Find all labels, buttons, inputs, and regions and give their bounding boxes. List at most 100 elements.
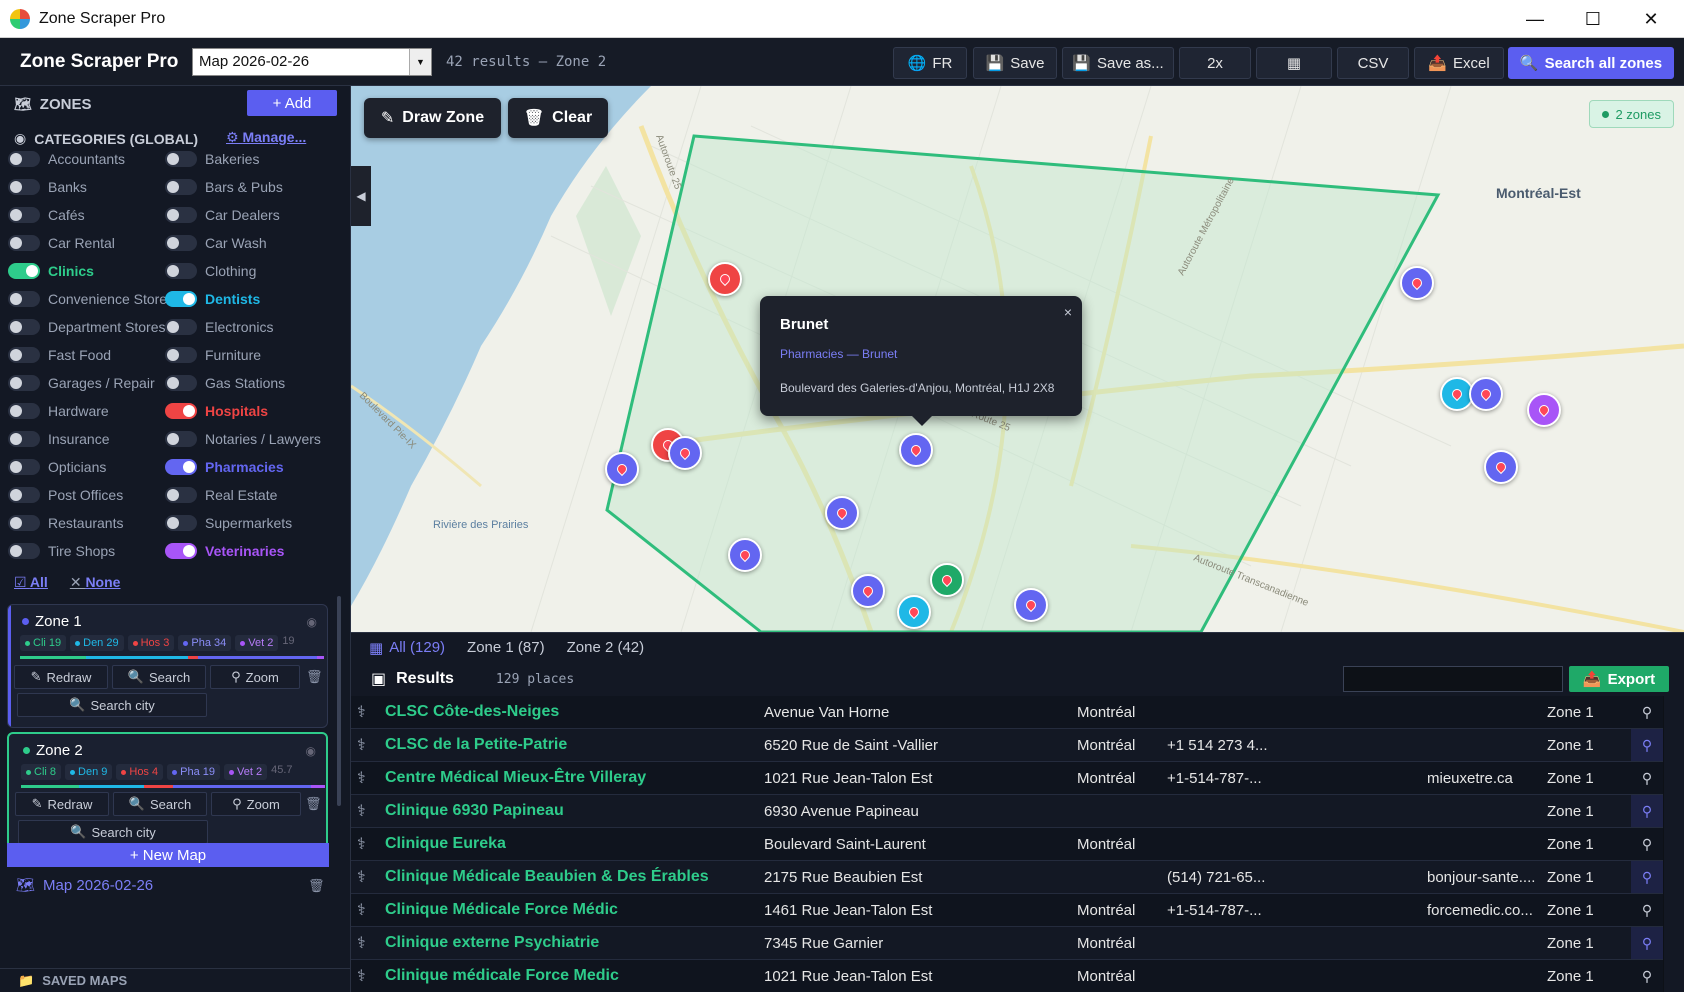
locate-pin-icon[interactable]: ⚲ (1631, 894, 1663, 926)
save-as-button[interactable]: 💾 Save as... (1062, 47, 1174, 79)
toggle-switch[interactable] (165, 375, 197, 391)
excel-button[interactable]: 📤 Excel (1414, 47, 1504, 79)
category-toggle[interactable]: Real Estate (165, 487, 277, 503)
select-none-link[interactable]: ✕ None (70, 574, 121, 591)
toggle-switch[interactable] (165, 151, 197, 167)
category-toggle[interactable]: Gas Stations (165, 375, 285, 391)
toggle-switch[interactable] (165, 459, 197, 475)
toggle-switch[interactable] (165, 235, 197, 251)
add-zone-button[interactable]: + Add (247, 90, 337, 116)
table-scrollbar[interactable] (1664, 696, 1684, 992)
maximize-icon[interactable]: ☐ (1564, 0, 1622, 38)
category-toggle[interactable]: Car Rental (8, 235, 115, 251)
minimize-icon[interactable]: — (1506, 0, 1564, 38)
collapse-sidebar-icon[interactable]: ◀ (351, 166, 371, 226)
select-all-link[interactable]: ☑ All (14, 574, 48, 591)
toggle-switch[interactable] (165, 263, 197, 279)
popup-close-icon[interactable]: × (1064, 304, 1072, 320)
category-toggle[interactable]: Fast Food (8, 347, 111, 363)
eye-icon[interactable]: ◉ (306, 744, 316, 758)
category-toggle[interactable]: Car Dealers (165, 207, 280, 223)
category-toggle[interactable]: Veterinaries (165, 543, 284, 559)
table-row[interactable]: ⚕ CLSC de la Petite-Patrie 6520 Rue de Sai… (351, 729, 1663, 762)
toggle-switch[interactable] (165, 487, 197, 503)
locate-pin-icon[interactable]: ⚲ (1631, 696, 1663, 728)
map-marker-dentist[interactable] (897, 595, 931, 629)
category-toggle[interactable]: Department Stores (8, 319, 166, 335)
map-list-item[interactable]: 🗺 Map 2026-02-26 (16, 876, 153, 895)
toggle-switch[interactable] (165, 319, 197, 335)
search-all-zones-button[interactable]: 🔍 Search all zones (1508, 47, 1674, 79)
toggle-switch[interactable] (165, 291, 197, 307)
tab-zone2[interactable]: Zone 2 (42) (567, 639, 645, 656)
search-city-button[interactable]: 🔍 Search city (17, 693, 207, 717)
table-row[interactable]: ⚕ Centre Médical Mieux-Être Villeray 1021 … (351, 762, 1663, 795)
toggle-switch[interactable] (8, 291, 40, 307)
map-marker-veterinary[interactable] (1527, 393, 1561, 427)
category-toggle[interactable]: Bars & Pubs (165, 179, 283, 195)
chevron-down-icon[interactable]: ▼ (409, 48, 431, 75)
locate-pin-icon[interactable]: ⚲ (1631, 861, 1663, 893)
toggle-switch[interactable] (165, 403, 197, 419)
redraw-button[interactable]: ✎ Redraw (15, 792, 109, 816)
category-toggle[interactable]: Cafés (8, 207, 85, 223)
redraw-button[interactable]: ✎ Redraw (14, 665, 108, 689)
category-toggle[interactable]: Clinics (8, 263, 94, 279)
save-button[interactable]: 💾 Save (973, 47, 1057, 79)
category-toggle[interactable]: Clothing (165, 263, 256, 279)
category-toggle[interactable]: Banks (8, 179, 87, 195)
category-toggle[interactable]: Bakeries (165, 151, 259, 167)
table-row[interactable]: ⚕ Clinique Médicale Force Médic 1461 Rue J… (351, 894, 1663, 927)
category-toggle[interactable]: Supermarkets (165, 515, 292, 531)
close-icon[interactable]: ✕ (1622, 0, 1680, 38)
map-marker-selected[interactable] (899, 433, 933, 467)
toggle-switch[interactable] (8, 543, 40, 559)
toggle-switch[interactable] (165, 347, 197, 363)
zoom-button[interactable]: ⚲ Zoom (211, 792, 301, 816)
zone-card-1[interactable]: Zone 1 ◉ Cli 19 Den 29 Hos 3 Pha 34 Vet … (7, 604, 328, 728)
tab-all[interactable]: ▦ All (129) (369, 639, 445, 657)
draw-zone-button[interactable]: ✎ Draw Zone (364, 98, 501, 138)
category-toggle[interactable]: Restaurants (8, 515, 123, 531)
category-toggle[interactable]: Tire Shops (8, 543, 115, 559)
toggle-switch[interactable] (8, 319, 40, 335)
category-toggle[interactable]: Hospitals (165, 403, 268, 419)
trash-icon[interactable]: 🗑 (308, 878, 325, 894)
language-button[interactable]: 🌐 FR (893, 47, 967, 79)
map-select[interactable]: Map 2026-02-26 ▼ (192, 47, 432, 76)
toggle-switch[interactable] (8, 207, 40, 223)
category-toggle[interactable]: Insurance (8, 431, 109, 447)
map-marker-pharmacy[interactable] (605, 452, 639, 486)
map-marker-pharmacy[interactable] (851, 574, 885, 608)
map-view[interactable]: Montréal-Est Rivière des Prairies Autoro… (351, 86, 1684, 632)
map-marker-pharmacy[interactable] (1014, 588, 1048, 622)
category-toggle[interactable]: Dentists (165, 291, 260, 307)
search-button[interactable]: 🔍 Search (113, 792, 207, 816)
sidebar-scrollbar[interactable] (337, 596, 341, 806)
toggle-switch[interactable] (165, 515, 197, 531)
clear-button[interactable]: 🗑 Clear (508, 98, 608, 138)
map-marker-clinic[interactable] (930, 563, 964, 597)
speed-button[interactable]: 2x (1179, 47, 1251, 79)
new-map-button[interactable]: + New Map (7, 843, 329, 867)
category-toggle[interactable]: Accountants (8, 151, 125, 167)
table-row[interactable]: ⚕ CLSC Côte-des-Neiges Avenue Van Horne Mon… (351, 696, 1663, 729)
toggle-switch[interactable] (8, 403, 40, 419)
map-marker-pharmacy[interactable] (1400, 266, 1434, 300)
table-row[interactable]: ⚕ Clinique 6930 Papineau 6930 Avenue Papin… (351, 795, 1663, 828)
locate-pin-icon[interactable]: ⚲ (1631, 762, 1663, 794)
table-row[interactable]: ⚕ Clinique Médicale Beaubien & Des Érable… (351, 861, 1663, 894)
map-marker-pharmacy[interactable] (668, 436, 702, 470)
toggle-switch[interactable] (8, 487, 40, 503)
map-marker-pharmacy[interactable] (1484, 450, 1518, 484)
locate-pin-icon[interactable]: ⚲ (1631, 927, 1663, 959)
toggle-switch[interactable] (165, 207, 197, 223)
category-toggle[interactable]: Opticians (8, 459, 106, 475)
zoom-button[interactable]: ⚲ Zoom (210, 665, 300, 689)
map-marker-pharmacy[interactable] (728, 538, 762, 572)
export-button[interactable]: 📤 Export (1569, 666, 1669, 692)
table-row[interactable]: ⚕ Clinique Eureka Boulevard Saint-Laurent M… (351, 828, 1663, 861)
map-marker-pharmacy[interactable] (1469, 377, 1503, 411)
toggle-switch[interactable] (8, 515, 40, 531)
search-city-button[interactable]: 🔍 Search city (18, 820, 208, 844)
